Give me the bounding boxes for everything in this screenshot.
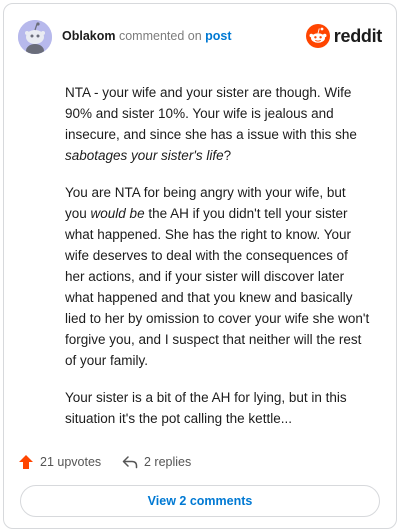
view-comments-button[interactable]: View 2 comments: [20, 485, 380, 517]
replies-count: 2 replies: [144, 455, 192, 469]
emphasized-text: sabotages your sister's life: [65, 148, 224, 163]
comment-card: Oblakom commented on post reddit NTA - y…: [3, 3, 397, 529]
username-link[interactable]: Oblakom: [62, 29, 116, 43]
comment-body: NTA - your wife and your sister are thou…: [65, 82, 370, 445]
action-text: commented on: [118, 29, 202, 43]
reply-arrow-icon: [122, 456, 138, 469]
comment-footer: 21 upvotes 2 replies: [18, 451, 382, 473]
paragraph-text: the AH if you didn't tell your sister wh…: [65, 206, 370, 368]
reddit-logo[interactable]: reddit: [305, 22, 383, 50]
post-link[interactable]: post: [205, 29, 231, 43]
user-avatar[interactable]: [18, 20, 52, 54]
snoo-avatar-icon: [18, 20, 52, 54]
upvote-count: 21 upvotes: [40, 455, 102, 469]
emphasized-text: would be: [90, 206, 145, 221]
paragraph-text: Your sister is a bit of the AH for lying…: [65, 390, 347, 426]
comment-paragraph: NTA - your wife and your sister are thou…: [65, 82, 370, 166]
reddit-wordmark: reddit: [333, 25, 383, 46]
replies-button[interactable]: 2 replies: [122, 451, 191, 473]
paragraph-text: NTA - your wife and your sister are thou…: [65, 85, 357, 142]
comment-paragraph: Your sister is a bit of the AH for lying…: [65, 387, 370, 429]
upvote-arrow-icon: [19, 455, 33, 469]
comment-meta: Oblakom commented on post: [62, 29, 232, 43]
upvote-button[interactable]: 21 upvotes: [18, 451, 101, 473]
comment-paragraph: You are NTA for being angry with your wi…: [65, 182, 370, 371]
comment-header: Oblakom commented on post reddit: [18, 20, 382, 54]
paragraph-text: ?: [223, 148, 232, 163]
reddit-logo-icon: [305, 24, 330, 48]
